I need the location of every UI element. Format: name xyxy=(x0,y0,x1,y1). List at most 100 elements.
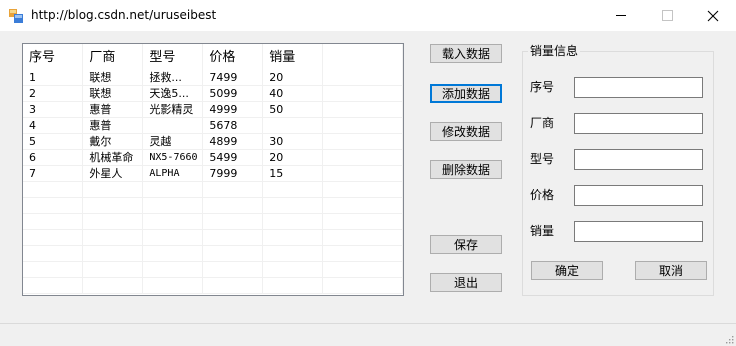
vendor-input[interactable] xyxy=(574,113,703,134)
empty-cell[interactable] xyxy=(322,70,403,86)
empty-cell[interactable] xyxy=(322,213,403,230)
empty-cell[interactable] xyxy=(262,229,324,246)
column-header-price[interactable]: 价格 xyxy=(202,44,264,70)
empty-cell[interactable] xyxy=(82,229,144,246)
save-button[interactable]: 保存 xyxy=(430,235,502,254)
model-input[interactable] xyxy=(574,149,703,170)
cell-model[interactable]: 拯救... xyxy=(142,70,204,86)
empty-cell[interactable] xyxy=(142,277,204,294)
empty-cell[interactable] xyxy=(23,229,84,246)
cell-sales[interactable]: 40 xyxy=(262,85,324,102)
edit-data-button[interactable]: 修改数据 xyxy=(430,122,502,141)
title-bar[interactable]: http://blog.csdn.net/uruseibest xyxy=(0,0,736,31)
load-data-button[interactable]: 载入数据 xyxy=(430,44,502,63)
cell-vendor[interactable]: 联想 xyxy=(82,70,144,86)
empty-table-row[interactable] xyxy=(23,181,403,198)
empty-cell[interactable] xyxy=(262,181,324,198)
cell-sales[interactable]: 15 xyxy=(262,165,324,182)
close-button[interactable] xyxy=(690,0,736,31)
cell-id[interactable]: 4 xyxy=(23,117,84,134)
cell-sales[interactable]: 30 xyxy=(262,133,324,150)
table-row[interactable]: 3 惠普 光影精灵 4999 50 xyxy=(23,101,403,118)
empty-cell[interactable] xyxy=(202,229,264,246)
maximize-button[interactable] xyxy=(644,0,690,31)
column-header-model[interactable]: 型号 xyxy=(142,44,204,70)
empty-table-row[interactable] xyxy=(23,261,403,278)
table-row[interactable]: 2 联想 天逸5... 5099 40 xyxy=(23,85,403,102)
empty-cell[interactable] xyxy=(82,261,144,278)
cell-id[interactable]: 5 xyxy=(23,133,84,150)
cancel-button[interactable]: 取消 xyxy=(635,261,707,280)
cell-price[interactable]: 4999 xyxy=(202,101,264,118)
cell-price[interactable]: 5499 xyxy=(202,149,264,166)
delete-data-button[interactable]: 删除数据 xyxy=(430,160,502,179)
empty-cell[interactable] xyxy=(322,261,403,278)
empty-table-row[interactable] xyxy=(23,213,403,230)
minimize-button[interactable] xyxy=(598,0,644,31)
cell-price[interactable]: 4899 xyxy=(202,133,264,150)
empty-cell[interactable] xyxy=(322,181,403,198)
cell-model[interactable]: 光影精灵 xyxy=(142,101,204,118)
empty-cell[interactable] xyxy=(202,181,264,198)
cell-id[interactable]: 3 xyxy=(23,101,84,118)
cell-vendor[interactable]: 惠普 xyxy=(82,117,144,134)
price-input[interactable] xyxy=(574,185,703,206)
cell-sales[interactable]: 20 xyxy=(262,149,324,166)
empty-cell[interactable] xyxy=(202,213,264,230)
cell-vendor[interactable]: 机械革命 xyxy=(82,149,144,166)
empty-cell[interactable] xyxy=(142,261,204,278)
empty-cell[interactable] xyxy=(23,213,84,230)
empty-cell[interactable] xyxy=(322,133,403,150)
empty-cell[interactable] xyxy=(262,245,324,262)
cell-price[interactable]: 5099 xyxy=(202,85,264,102)
cell-model[interactable]: NX5-7660 xyxy=(142,149,204,166)
add-data-button[interactable]: 添加数据 xyxy=(430,84,502,103)
empty-cell[interactable] xyxy=(322,277,403,294)
empty-cell[interactable] xyxy=(322,85,403,102)
column-header-vendor[interactable]: 厂商 xyxy=(82,44,144,70)
empty-cell[interactable] xyxy=(262,261,324,278)
table-row[interactable]: 4 惠普 5678 xyxy=(23,117,403,134)
empty-cell[interactable] xyxy=(262,197,324,214)
data-grid[interactable]: 序号 厂商 型号 价格 销量 1 联想 拯救... 7499 20 2 联想 天逸5... 50… xyxy=(22,43,404,296)
cell-vendor[interactable]: 戴尔 xyxy=(82,133,144,150)
empty-cell[interactable] xyxy=(322,197,403,214)
cell-model[interactable]: ALPHA xyxy=(142,165,204,182)
cell-price[interactable]: 7499 xyxy=(202,70,264,86)
confirm-button[interactable]: 确定 xyxy=(531,261,603,280)
empty-table-row[interactable] xyxy=(23,197,403,214)
table-row[interactable]: 7 外星人 ALPHA 7999 15 xyxy=(23,165,403,182)
empty-cell[interactable] xyxy=(322,101,403,118)
empty-cell[interactable] xyxy=(202,261,264,278)
empty-cell[interactable] xyxy=(142,197,204,214)
cell-vendor[interactable]: 联想 xyxy=(82,85,144,102)
empty-cell[interactable] xyxy=(322,149,403,166)
cell-vendor[interactable]: 惠普 xyxy=(82,101,144,118)
cell-sales[interactable]: 20 xyxy=(262,70,324,86)
empty-table-row[interactable] xyxy=(23,229,403,246)
id-input[interactable] xyxy=(574,77,703,98)
table-row[interactable]: 1 联想 拯救... 7499 20 xyxy=(23,70,403,86)
empty-cell[interactable] xyxy=(23,197,84,214)
empty-cell[interactable] xyxy=(142,245,204,262)
empty-cell[interactable] xyxy=(322,229,403,246)
empty-cell[interactable] xyxy=(82,245,144,262)
resize-grip-icon[interactable] xyxy=(724,334,734,344)
cell-model[interactable] xyxy=(142,117,204,134)
empty-cell[interactable] xyxy=(82,197,144,214)
empty-cell[interactable] xyxy=(142,213,204,230)
empty-cell[interactable] xyxy=(82,181,144,198)
cell-vendor[interactable]: 外星人 xyxy=(82,165,144,182)
empty-cell[interactable] xyxy=(23,277,84,294)
cell-sales[interactable]: 50 xyxy=(262,101,324,118)
cell-model[interactable]: 灵越 xyxy=(142,133,204,150)
cell-price[interactable]: 5678 xyxy=(202,117,264,134)
cell-id[interactable]: 6 xyxy=(23,149,84,166)
column-header-id[interactable]: 序号 xyxy=(23,44,84,70)
empty-cell[interactable] xyxy=(142,181,204,198)
empty-table-row[interactable] xyxy=(23,245,403,262)
column-header-sales[interactable]: 销量 xyxy=(262,44,324,70)
exit-button[interactable]: 退出 xyxy=(430,273,502,292)
empty-cell[interactable] xyxy=(23,261,84,278)
empty-cell[interactable] xyxy=(23,181,84,198)
